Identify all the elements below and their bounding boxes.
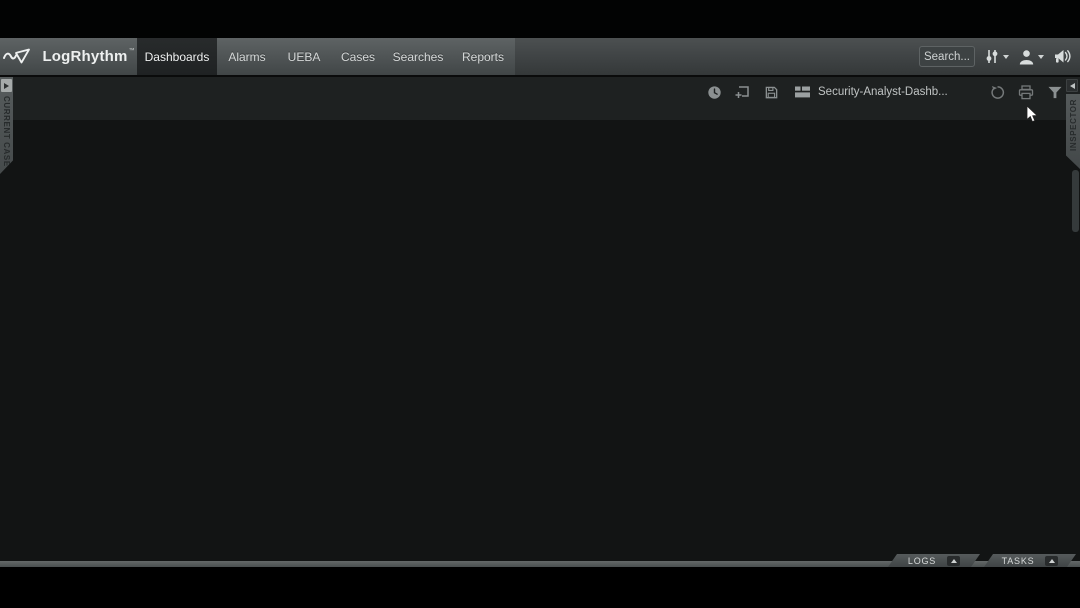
logrhythm-wave-icon [2,47,36,66]
user-menu-button[interactable] [1018,49,1044,65]
logs-drawer-tab[interactable]: LOGS [888,554,980,567]
expand-current-case-button[interactable] [1,79,12,92]
chevron-down-icon [1038,55,1044,59]
expand-logs-button[interactable] [947,556,960,566]
megaphone-icon [1053,49,1072,65]
settings-menu-button[interactable] [984,48,1009,65]
filter-icon [1048,86,1062,99]
tasks-label: TASKS [1002,556,1035,566]
tab-cases[interactable]: Cases [331,38,385,75]
undo-button[interactable] [988,83,1006,101]
collapse-inspector-button[interactable] [1066,79,1078,92]
dashboard-content-area [0,120,1080,561]
add-widget-icon [734,84,750,100]
arrow-up-icon [1049,559,1055,563]
filter-button[interactable] [1046,83,1064,101]
logs-label: LOGS [908,556,936,566]
save-dashboard-button[interactable] [762,83,780,101]
dashboard-toolbar: Security-Analyst-Dashb... [0,75,1080,120]
tab-alarms[interactable]: Alarms [217,38,277,75]
arrow-left-icon [1070,83,1075,89]
add-widget-button[interactable] [733,83,751,101]
undo-icon [990,85,1005,100]
chevron-down-icon [1003,55,1009,59]
main-navbar: LogRhythm ™ Dashboards Alarms UEBA Cases… [0,38,1080,75]
arrow-right-icon [4,83,9,89]
vertical-scrollbar-thumb[interactable] [1072,170,1079,232]
bottom-letterbox [0,567,1080,608]
navbar-right-group: Search... [919,38,1072,75]
current-case-label: CURRENT CASE [2,96,11,167]
window-top-strip [0,0,1080,38]
printer-icon [1018,85,1034,100]
tab-ueba[interactable]: UEBA [277,38,331,75]
logo-text: LogRhythm [42,48,127,65]
announcements-button[interactable] [1053,49,1072,65]
logo-trademark: ™ [129,48,135,54]
logrhythm-app-window: LogRhythm ™ Dashboards Alarms UEBA Cases… [0,0,1080,608]
sliders-icon [984,48,1000,65]
tab-searches[interactable]: Searches [385,38,451,75]
arrow-up-icon [951,559,957,563]
inspector-label: INSPECTOR [1069,99,1078,151]
time-range-button[interactable] [705,83,723,101]
navbar-left-group: LogRhythm ™ Dashboards Alarms UEBA Cases… [0,38,515,75]
tab-reports[interactable]: Reports [451,38,515,75]
tab-dashboards[interactable]: Dashboards [137,38,217,75]
save-icon [764,85,779,100]
dashboard-name: Security-Analyst-Dashb... [818,86,948,98]
expand-tasks-button[interactable] [1045,556,1058,566]
logrhythm-logo[interactable]: LogRhythm ™ [0,38,137,75]
tasks-drawer-tab[interactable]: TASKS [984,554,1076,567]
clock-icon [707,85,722,100]
print-button[interactable] [1017,83,1035,101]
user-icon [1018,49,1035,65]
search-button[interactable]: Search... [919,46,975,67]
dashboard-selector[interactable]: Security-Analyst-Dashb... [795,83,948,101]
dashboard-layout-icon [795,86,810,98]
